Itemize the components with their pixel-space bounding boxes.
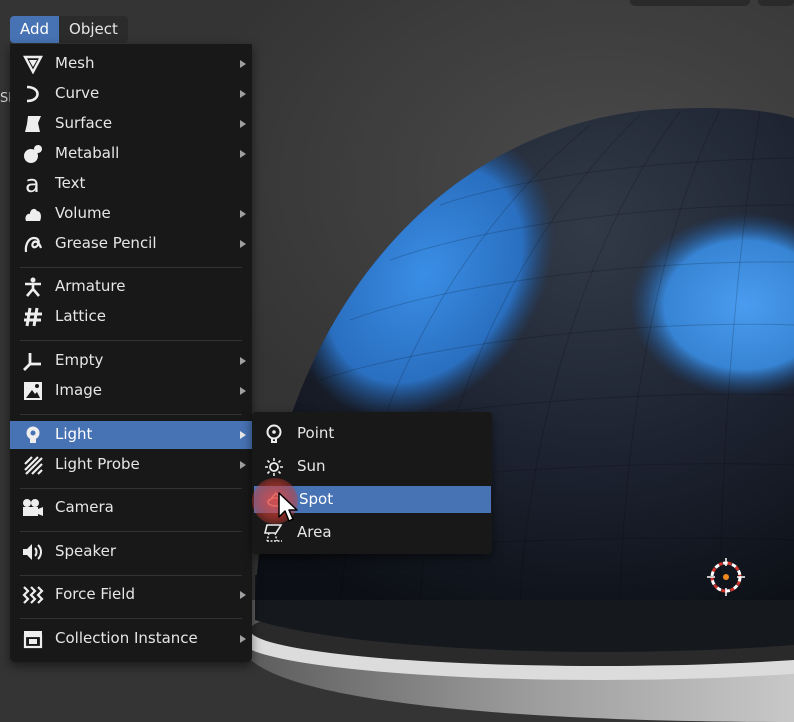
menu-add[interactable]: Add	[10, 16, 60, 43]
lattice-icon	[22, 306, 44, 328]
submenu-item-area[interactable]: Area	[252, 519, 492, 546]
sun-light-icon	[263, 456, 285, 478]
speaker-icon	[22, 541, 44, 563]
submenu-item-spot[interactable]: Spot	[254, 486, 491, 513]
menu-item-grease-pencil[interactable]: Grease Pencil	[10, 230, 252, 258]
point-light-icon	[263, 423, 285, 445]
menu-item-armature[interactable]: Armature	[10, 273, 252, 301]
empty-icon	[22, 350, 44, 372]
menu-item-metaball[interactable]: Metaball	[10, 140, 252, 168]
submenu-arrow-icon	[240, 150, 246, 158]
collection-instance-icon	[22, 628, 44, 650]
light-probe-icon	[22, 454, 44, 476]
menu-item-mesh[interactable]: Mesh	[10, 50, 252, 78]
menu-item-image[interactable]: Image	[10, 377, 252, 405]
submenu-arrow-icon	[240, 635, 246, 643]
menu-item-speaker[interactable]: Speaker	[10, 538, 252, 566]
curve-icon	[22, 83, 44, 105]
grease-pencil-icon	[22, 233, 44, 255]
menu-separator	[20, 267, 242, 268]
submenu-arrow-icon	[240, 90, 246, 98]
force-field-icon	[22, 584, 44, 606]
volume-icon	[22, 203, 44, 225]
menu-item-curve[interactable]: Curve	[10, 80, 252, 108]
menu-separator	[20, 618, 242, 619]
menu-separator	[20, 531, 242, 532]
submenu-arrow-icon	[240, 387, 246, 395]
menu-item-volume[interactable]: Volume	[10, 200, 252, 228]
text-icon: a	[22, 173, 44, 195]
menu-item-text[interactable]: a Text	[10, 170, 252, 198]
menu-item-collection-instance[interactable]: Collection Instance	[10, 625, 252, 653]
submenu-arrow-icon	[240, 60, 246, 68]
image-icon	[22, 380, 44, 402]
menu-item-lattice[interactable]: Lattice	[10, 303, 252, 331]
menu-separator	[20, 575, 242, 576]
menu-item-light[interactable]: Light	[10, 421, 252, 449]
menu-separator	[20, 488, 242, 489]
menu-separator	[20, 340, 242, 341]
add-menu-dropdown: Mesh Curve Surface Metaball a Text Volum…	[10, 44, 252, 662]
area-light-icon	[263, 522, 285, 544]
submenu-arrow-icon	[240, 461, 246, 469]
light-icon	[22, 424, 44, 446]
menu-object[interactable]: Object	[59, 16, 128, 43]
spot-light-icon	[265, 489, 287, 511]
submenu-arrow-icon	[240, 120, 246, 128]
light-submenu: Point Sun Spot Area	[252, 412, 492, 554]
submenu-arrow-icon	[240, 431, 246, 439]
submenu-arrow-icon	[240, 210, 246, 218]
metaball-icon	[22, 143, 44, 165]
svg-text:a: a	[25, 173, 40, 195]
menu-item-camera[interactable]: Camera	[10, 494, 252, 522]
submenu-item-sun[interactable]: Sun	[252, 453, 492, 480]
menu-item-light-probe[interactable]: Light Probe	[10, 451, 252, 479]
header-menu-bar: Add Object	[10, 16, 128, 43]
mesh-icon	[22, 53, 44, 75]
menu-item-empty[interactable]: Empty	[10, 347, 252, 375]
menu-separator	[20, 414, 242, 415]
menu-item-force-field[interactable]: Force Field	[10, 581, 252, 609]
submenu-item-point[interactable]: Point	[252, 420, 492, 447]
surface-icon	[22, 113, 44, 135]
menu-item-surface[interactable]: Surface	[10, 110, 252, 138]
armature-icon	[22, 276, 44, 298]
submenu-arrow-icon	[240, 240, 246, 248]
submenu-arrow-icon	[240, 591, 246, 599]
camera-icon	[22, 497, 44, 519]
submenu-arrow-icon	[240, 357, 246, 365]
